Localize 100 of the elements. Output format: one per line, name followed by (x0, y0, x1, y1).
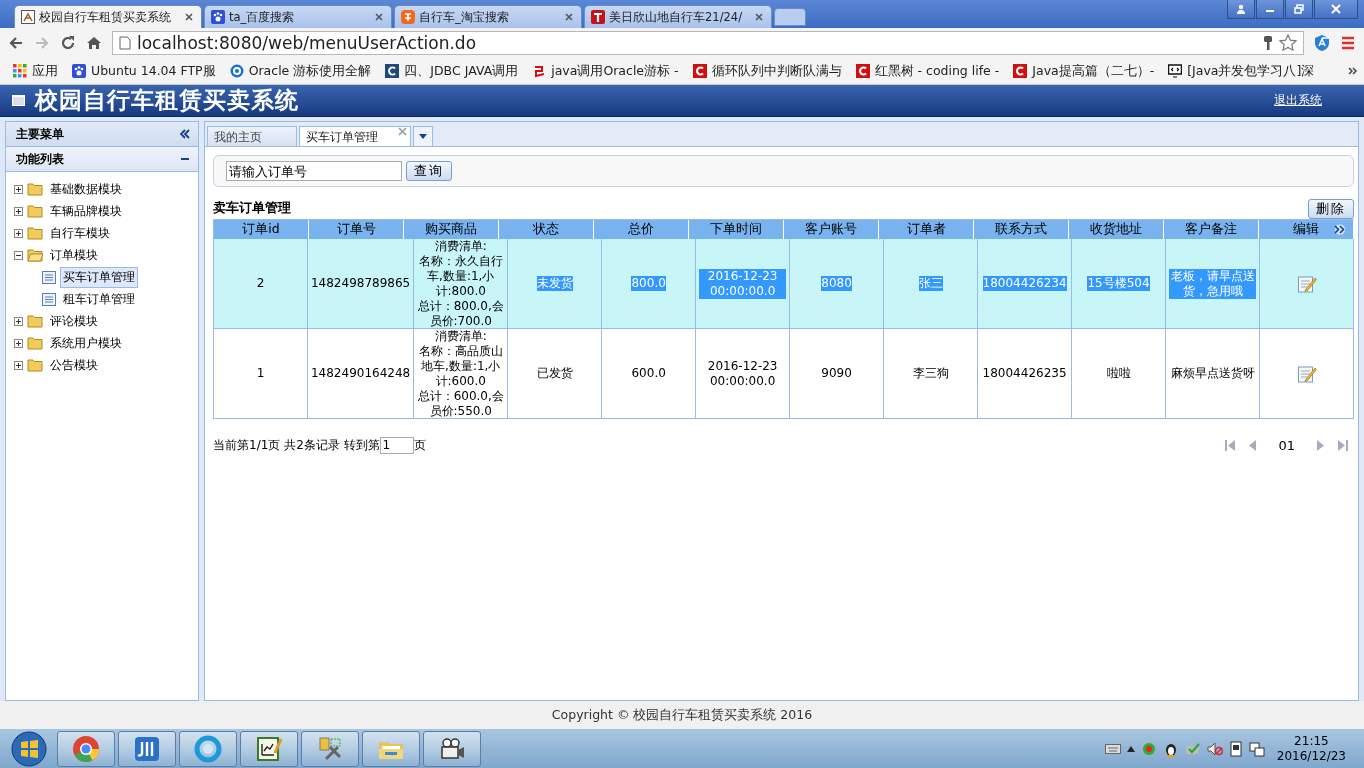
close-icon[interactable] (183, 11, 195, 23)
reload-icon[interactable] (60, 35, 76, 51)
expand-node-icon[interactable] (14, 316, 23, 326)
tree-item[interactable]: 车辆品牌模块 (47, 200, 125, 222)
ring-icon (194, 735, 222, 763)
table-cell: 15号楼504 (1087, 276, 1150, 291)
bookmark[interactable]: Oracle 游标使用全解 (222, 62, 379, 80)
browser-tab[interactable]: 美日欣山地自行车21/24/ (584, 5, 772, 28)
table-cell: 张三 (918, 276, 943, 291)
tree-item[interactable]: 买车订单管理 (60, 266, 138, 288)
tree-item[interactable]: 租车订单管理 (60, 288, 138, 310)
c-letter-icon (1013, 64, 1028, 78)
expand-node-icon[interactable] (14, 338, 23, 348)
t-letter-icon (591, 10, 605, 24)
column-header: 购买商品 (404, 220, 499, 239)
expand-node-icon[interactable] (14, 228, 23, 238)
tree-item[interactable]: 公告模块 (47, 354, 101, 376)
home-icon[interactable] (86, 35, 102, 51)
browser-tab[interactable]: 自行车_淘宝搜索 (394, 5, 582, 28)
bookmark[interactable]: Ubuntu 14.04 FTP服 (65, 62, 223, 80)
order-search-field[interactable]: 请输入订单号 (226, 161, 402, 181)
collapse-icon[interactable] (180, 129, 190, 139)
bookmark[interactable]: Java提高篇（二七）- (1006, 62, 1162, 80)
close-icon (1331, 4, 1341, 14)
taskbar-app[interactable] (423, 731, 481, 767)
mute-icon[interactable] (1206, 741, 1223, 757)
tree-item[interactable]: 基础数据模块 (47, 178, 125, 200)
tree-item[interactable]: 订单模块 (47, 244, 101, 266)
close-icon[interactable] (373, 11, 385, 23)
current-page: 01 (1277, 437, 1296, 453)
tree-item[interactable]: 评论模块 (47, 310, 101, 332)
tree-item[interactable]: 自行车模块 (47, 222, 113, 244)
close-button[interactable] (1314, 0, 1358, 19)
table-cell: 8080 (821, 276, 852, 291)
collapse-node-icon[interactable] (14, 250, 23, 260)
close-icon[interactable] (753, 11, 765, 23)
minimize-button[interactable] (1256, 0, 1284, 19)
app-title: 校园自行车租赁买卖系统 (35, 86, 300, 115)
folder-icon (27, 314, 43, 328)
clock-time: 21:15 (1294, 734, 1329, 749)
search-button[interactable]: 查询 (406, 161, 452, 181)
c-letter-icon (385, 64, 400, 78)
user-button[interactable] (1227, 0, 1255, 19)
taskbar-app[interactable] (362, 731, 420, 767)
close-icon[interactable] (563, 11, 575, 23)
tree-item[interactable]: 系统用户模块 (47, 332, 125, 354)
browser-tab[interactable]: 校园自行车租赁买卖系统 (14, 5, 202, 28)
key-icon[interactable] (1263, 35, 1273, 51)
delete-button[interactable]: 删除 (1308, 199, 1354, 219)
logout-link[interactable]: 退出系统 (1274, 92, 1322, 109)
table-cell: 1 (256, 366, 265, 381)
page-tab[interactable]: 买车订单管理 (299, 126, 411, 146)
bookmark[interactable]: 应用 (6, 62, 65, 80)
bookmark[interactable]: 红黑树 - coding life - (848, 62, 1007, 80)
tray-app-icon[interactable] (1140, 741, 1157, 757)
star-icon[interactable] (1279, 34, 1297, 52)
bookmark[interactable]: 循环队列中判断队满与 (685, 62, 849, 80)
folder-icon (27, 358, 43, 372)
taskbar-app[interactable] (118, 731, 176, 767)
page-field[interactable]: 1 (379, 436, 414, 454)
bookmark[interactable]: java调用Oracle游标 - (525, 62, 686, 80)
expand-node-icon[interactable] (14, 184, 23, 194)
back-icon[interactable] (8, 35, 24, 51)
paw-icon (72, 64, 86, 78)
bookmark[interactable]: [Java并发包学习八]深 (1161, 62, 1322, 80)
taskbar-app[interactable] (240, 731, 298, 767)
close-icon[interactable] (398, 127, 407, 136)
table-cell: 9090 (821, 366, 852, 381)
keyboard-icon[interactable] (1104, 744, 1121, 754)
device-icon[interactable] (1228, 741, 1243, 757)
address-bar[interactable]: localhost:8080/web/menuUserAction.do (112, 31, 1304, 55)
c-letter-icon (855, 64, 870, 78)
panel-title: 主要菜单 (16, 125, 64, 143)
page-icon (119, 36, 131, 50)
column-header: 收货地址 (1069, 220, 1164, 239)
taskbar-app[interactable] (57, 731, 115, 767)
window-icon (12, 95, 25, 106)
network-icon[interactable] (1248, 741, 1265, 757)
monitor-icon (1168, 64, 1183, 78)
bookmark[interactable]: 四、JDBC JAVA调用 (378, 62, 526, 80)
check-icon[interactable] (1184, 741, 1201, 757)
taskbar-app[interactable] (301, 731, 359, 767)
page-tab[interactable]: 我的主页 (207, 126, 297, 146)
browser-tab[interactable]: ta_百度搜索 (204, 5, 392, 28)
start-button[interactable] (11, 731, 47, 767)
column-header: 客户账号 (784, 220, 879, 239)
tab-menu-button[interactable] (413, 126, 433, 146)
chrome-icon (72, 735, 100, 763)
clock-date: 2016/12/23 (1276, 749, 1346, 764)
expand-node-icon[interactable] (14, 360, 23, 370)
edit-note-icon[interactable] (1296, 273, 1317, 294)
shield-icon[interactable] (1314, 34, 1330, 52)
menu-icon[interactable] (1340, 35, 1356, 51)
notepad-chart-icon (255, 735, 283, 763)
edit-note-icon[interactable] (1296, 363, 1317, 384)
up-arrow-icon[interactable] (1126, 746, 1135, 752)
restore-button[interactable] (1285, 0, 1313, 19)
more-bookmarks-icon[interactable] (1348, 66, 1358, 76)
taskbar-app[interactable] (179, 731, 237, 767)
expand-node-icon[interactable] (14, 206, 23, 216)
